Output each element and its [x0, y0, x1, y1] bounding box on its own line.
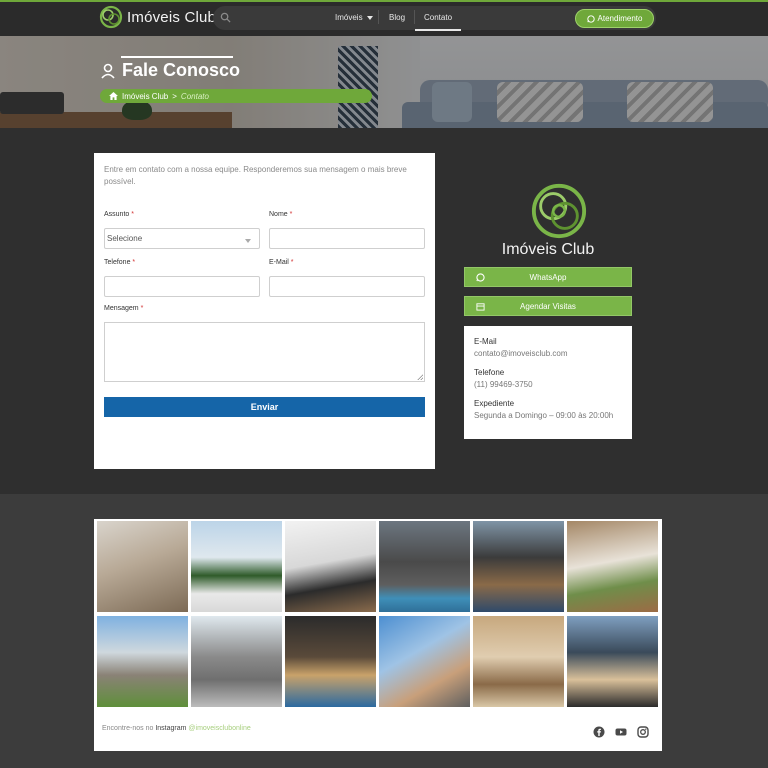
- site-logo[interactable]: Imóveis Club: [99, 5, 216, 29]
- instagram-photo[interactable]: [97, 616, 188, 707]
- instagram-photo[interactable]: [379, 521, 470, 612]
- instagram-photo[interactable]: [473, 521, 564, 612]
- instagram-photo[interactable]: [473, 616, 564, 707]
- instagram-photo[interactable]: [191, 521, 282, 612]
- info-email-value[interactable]: contato@imoveisclub.com: [474, 349, 568, 358]
- instagram-photo[interactable]: [379, 616, 470, 707]
- breadcrumb-home[interactable]: Imóveis Club: [122, 92, 168, 101]
- search-icon[interactable]: [220, 12, 231, 23]
- instagram-handle-link[interactable]: @imoveisclubonline: [188, 725, 250, 732]
- agendar-visitas-button[interactable]: Agendar Visitas: [464, 296, 632, 316]
- nav-divider: [378, 10, 379, 24]
- nome-input[interactable]: [269, 228, 425, 249]
- telefone-input[interactable]: [104, 276, 260, 297]
- whatsapp-icon: [586, 14, 595, 23]
- facebook-icon[interactable]: [593, 726, 605, 738]
- instagram-photo[interactable]: [567, 521, 658, 612]
- brand-logo: [497, 182, 599, 245]
- page-title: Fale Conosco: [100, 60, 240, 81]
- home-icon[interactable]: [109, 92, 118, 100]
- breadcrumb: Imóveis Club > Contato: [100, 89, 372, 103]
- atendimento-button[interactable]: Atendimento: [575, 9, 654, 28]
- calendar-icon: [476, 303, 485, 311]
- instagram-photo[interactable]: [285, 521, 376, 612]
- youtube-icon[interactable]: [615, 726, 627, 738]
- nome-label: Nome *: [269, 211, 293, 218]
- instagram-photo[interactable]: [191, 616, 282, 707]
- mensagem-textarea[interactable]: [104, 322, 425, 382]
- nav-contato[interactable]: Contato: [414, 6, 462, 31]
- breadcrumb-current: Contato: [180, 91, 209, 101]
- info-telefone-value[interactable]: (11) 99469-3750: [474, 380, 533, 389]
- info-expediente-label: Expediente: [474, 399, 515, 408]
- info-expediente-value: Segunda a Domingo – 09:00 às 20:00h: [474, 411, 614, 420]
- club-logo-icon: [99, 5, 123, 29]
- contact-form-card: [94, 153, 435, 469]
- instagram-photo[interactable]: [567, 616, 658, 707]
- chevron-down-icon: [366, 15, 373, 20]
- title-accent-line: [121, 56, 233, 58]
- brand-name: Imóveis Club: [501, 241, 595, 258]
- resize-handle-icon[interactable]: [417, 374, 423, 380]
- nav-blog[interactable]: Blog: [389, 6, 405, 30]
- club-logo-icon: [531, 183, 587, 239]
- email-label: E-Mail *: [269, 259, 294, 266]
- enviar-button[interactable]: Enviar: [104, 397, 425, 417]
- instagram-photo[interactable]: [285, 616, 376, 707]
- telefone-label: Telefone *: [104, 259, 136, 266]
- instagram-caption: Encontre-nos no Instagram @imoveisclubon…: [102, 725, 251, 732]
- site-logo-text: Imóveis Club: [127, 8, 217, 26]
- assunto-select[interactable]: Selecione: [104, 228, 260, 249]
- assunto-label: Assunto *: [104, 211, 134, 218]
- instagram-photo[interactable]: [97, 521, 188, 612]
- chevron-down-icon: [245, 239, 251, 243]
- instagram-icon[interactable]: [637, 726, 649, 738]
- nav-imoveis[interactable]: Imóveis: [335, 6, 373, 30]
- hero-banner: Fale Conosco Imóveis Club > Contato: [0, 36, 768, 128]
- mensagem-label: Mensagem *: [104, 305, 144, 312]
- breadcrumb-separator: >: [172, 91, 177, 101]
- info-email-label: E-Mail: [474, 337, 497, 346]
- support-agent-icon: [101, 63, 115, 79]
- whatsapp-button[interactable]: WhatsApp: [464, 267, 632, 287]
- email-input[interactable]: [269, 276, 425, 297]
- nav-divider: [414, 10, 415, 24]
- whatsapp-icon: [476, 273, 485, 282]
- form-intro: Entre em contato com a nossa equipe. Res…: [104, 165, 407, 186]
- info-telefone-label: Telefone: [474, 368, 505, 377]
